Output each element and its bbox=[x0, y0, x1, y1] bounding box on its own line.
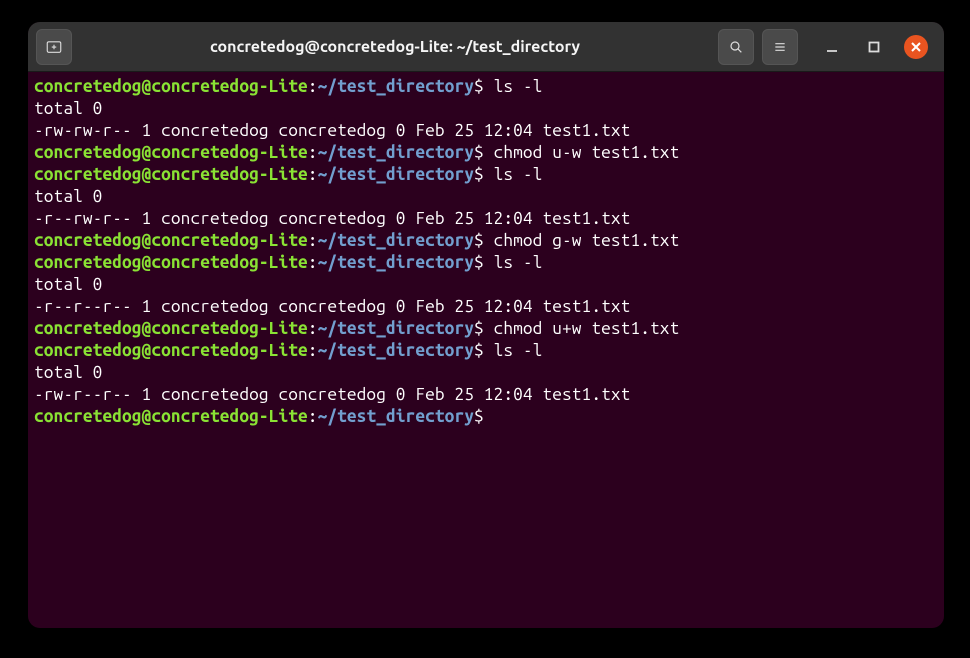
prompt-userhost: concretedog@concretedog-Lite bbox=[34, 253, 308, 272]
prompt-userhost: concretedog@concretedog-Lite bbox=[34, 341, 308, 360]
terminal-prompt-line: concretedog@concretedog-Lite:~/test_dire… bbox=[34, 142, 938, 164]
new-tab-icon bbox=[45, 38, 63, 56]
terminal-output-line: total 0 bbox=[34, 274, 938, 296]
search-button[interactable] bbox=[718, 29, 754, 65]
prompt-dollar: $ bbox=[474, 77, 484, 96]
terminal-output-line: -r--rw-r-- 1 concretedog concretedog 0 F… bbox=[34, 208, 938, 230]
close-icon bbox=[911, 42, 921, 52]
prompt-dollar: $ bbox=[474, 341, 484, 360]
close-button[interactable] bbox=[904, 35, 928, 59]
output-text: total 0 bbox=[34, 275, 102, 294]
prompt-command: ls -l bbox=[484, 165, 543, 184]
search-icon bbox=[728, 39, 744, 55]
prompt-dollar: $ bbox=[474, 319, 484, 338]
prompt-command: ls -l bbox=[484, 77, 543, 96]
prompt-path: ~/test_directory bbox=[318, 341, 474, 360]
prompt-command: chmod g-w test1.txt bbox=[484, 231, 680, 250]
prompt-command: chmod u-w test1.txt bbox=[484, 143, 680, 162]
output-text: -rw-r--r-- 1 concretedog concretedog 0 F… bbox=[34, 385, 630, 404]
prompt-path: ~/test_directory bbox=[318, 165, 474, 184]
terminal-output-line: total 0 bbox=[34, 186, 938, 208]
prompt-colon: : bbox=[308, 165, 318, 184]
prompt-colon: : bbox=[308, 77, 318, 96]
terminal-prompt-line: concretedog@concretedog-Lite:~/test_dire… bbox=[34, 340, 938, 362]
output-text: -rw-rw-r-- 1 concretedog concretedog 0 F… bbox=[34, 121, 630, 140]
titlebar: concretedog@concretedog-Lite: ~/test_dir… bbox=[28, 22, 944, 72]
prompt-path: ~/test_directory bbox=[318, 253, 474, 272]
prompt-path: ~/test_directory bbox=[318, 319, 474, 338]
prompt-path: ~/test_directory bbox=[318, 407, 474, 426]
terminal-prompt-line: concretedog@concretedog-Lite:~/test_dire… bbox=[34, 230, 938, 252]
prompt-command: chmod u+w test1.txt bbox=[484, 319, 680, 338]
prompt-userhost: concretedog@concretedog-Lite bbox=[34, 407, 308, 426]
terminal-output[interactable]: concretedog@concretedog-Lite:~/test_dire… bbox=[28, 72, 944, 628]
output-text: total 0 bbox=[34, 187, 102, 206]
prompt-colon: : bbox=[308, 253, 318, 272]
new-tab-button[interactable] bbox=[36, 29, 72, 65]
terminal-prompt-line: concretedog@concretedog-Lite:~/test_dire… bbox=[34, 76, 938, 98]
minimize-icon bbox=[825, 40, 839, 54]
terminal-output-line: -rw-rw-r-- 1 concretedog concretedog 0 F… bbox=[34, 120, 938, 142]
prompt-dollar: $ bbox=[474, 407, 484, 426]
prompt-colon: : bbox=[308, 341, 318, 360]
output-text: total 0 bbox=[34, 99, 102, 118]
prompt-userhost: concretedog@concretedog-Lite bbox=[34, 231, 308, 250]
prompt-colon: : bbox=[308, 143, 318, 162]
terminal-window: concretedog@concretedog-Lite: ~/test_dir… bbox=[28, 22, 944, 628]
prompt-dollar: $ bbox=[474, 231, 484, 250]
prompt-colon: : bbox=[308, 231, 318, 250]
menu-button[interactable] bbox=[762, 29, 798, 65]
prompt-userhost: concretedog@concretedog-Lite bbox=[34, 77, 308, 96]
prompt-path: ~/test_directory bbox=[318, 143, 474, 162]
prompt-command: ls -l bbox=[484, 253, 543, 272]
terminal-output-line: total 0 bbox=[34, 362, 938, 384]
output-text: -r--rw-r-- 1 concretedog concretedog 0 F… bbox=[34, 209, 630, 228]
prompt-command: ls -l bbox=[484, 341, 543, 360]
output-text: -r--r--r-- 1 concretedog concretedog 0 F… bbox=[34, 297, 630, 316]
maximize-button[interactable] bbox=[862, 35, 886, 59]
output-text: total 0 bbox=[34, 363, 102, 382]
terminal-prompt-line: concretedog@concretedog-Lite:~/test_dire… bbox=[34, 318, 938, 340]
terminal-prompt-line: concretedog@concretedog-Lite:~/test_dire… bbox=[34, 252, 938, 274]
maximize-icon bbox=[868, 41, 880, 53]
terminal-output-line: total 0 bbox=[34, 98, 938, 120]
prompt-userhost: concretedog@concretedog-Lite bbox=[34, 165, 308, 184]
prompt-dollar: $ bbox=[474, 165, 484, 184]
window-controls bbox=[820, 35, 928, 59]
prompt-colon: : bbox=[308, 407, 318, 426]
prompt-command bbox=[484, 407, 494, 426]
terminal-prompt-line: concretedog@concretedog-Lite:~/test_dire… bbox=[34, 164, 938, 186]
prompt-userhost: concretedog@concretedog-Lite bbox=[34, 143, 308, 162]
hamburger-icon bbox=[772, 39, 788, 55]
terminal-prompt-line: concretedog@concretedog-Lite:~/test_dire… bbox=[34, 406, 938, 428]
prompt-path: ~/test_directory bbox=[318, 231, 474, 250]
terminal-output-line: -r--r--r-- 1 concretedog concretedog 0 F… bbox=[34, 296, 938, 318]
prompt-dollar: $ bbox=[474, 253, 484, 272]
prompt-colon: : bbox=[308, 319, 318, 338]
minimize-button[interactable] bbox=[820, 35, 844, 59]
window-title: concretedog@concretedog-Lite: ~/test_dir… bbox=[80, 38, 710, 56]
prompt-dollar: $ bbox=[474, 143, 484, 162]
prompt-path: ~/test_directory bbox=[318, 77, 474, 96]
terminal-output-line: -rw-r--r-- 1 concretedog concretedog 0 F… bbox=[34, 384, 938, 406]
prompt-userhost: concretedog@concretedog-Lite bbox=[34, 319, 308, 338]
